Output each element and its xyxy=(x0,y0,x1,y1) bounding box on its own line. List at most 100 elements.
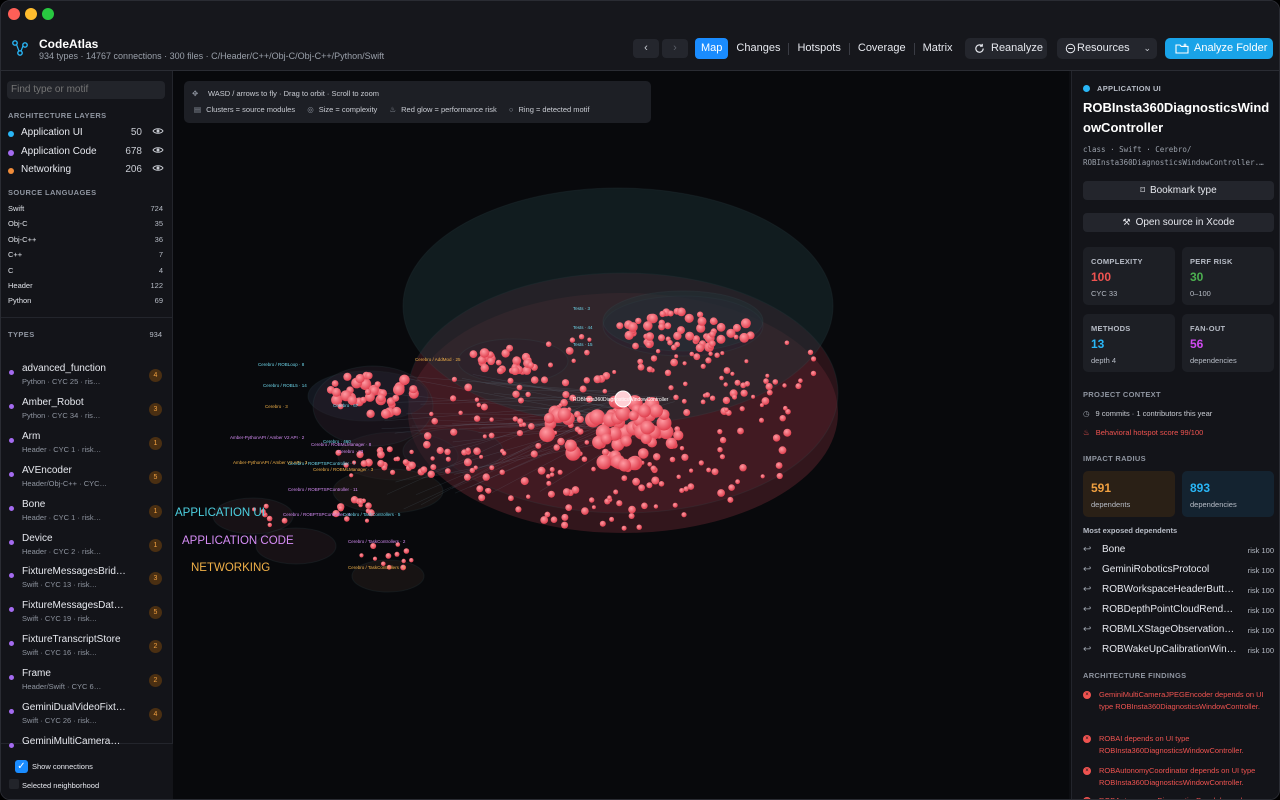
type-list-item[interactable]: AVEncoder Header/Obj-C++ · CYC… 5 xyxy=(9,465,165,497)
type-node[interactable] xyxy=(535,442,542,449)
language-row[interactable]: Swift 724 xyxy=(8,204,163,216)
type-node[interactable] xyxy=(683,381,688,387)
type-node[interactable] xyxy=(612,370,617,374)
type-node[interactable] xyxy=(525,391,531,398)
type-node[interactable] xyxy=(684,313,694,323)
analyze-folder-button[interactable]: Analyze Folder xyxy=(1165,38,1273,59)
type-node[interactable] xyxy=(473,447,481,456)
type-node[interactable] xyxy=(465,447,471,453)
type-node[interactable] xyxy=(681,453,689,461)
type-node[interactable] xyxy=(423,432,432,440)
type-node[interactable] xyxy=(549,472,555,477)
type-node[interactable] xyxy=(543,412,555,424)
type-node[interactable] xyxy=(765,373,770,378)
type-node[interactable] xyxy=(637,358,644,365)
type-node[interactable] xyxy=(550,516,558,523)
reanalyze-button[interactable]: Reanalyze xyxy=(965,38,1047,59)
type-node[interactable] xyxy=(682,361,687,366)
type-node[interactable] xyxy=(716,322,726,332)
type-node[interactable] xyxy=(365,502,372,510)
eye-icon[interactable] xyxy=(152,127,164,138)
bookmark-type-button[interactable]: ⌑ Bookmark type xyxy=(1083,181,1274,200)
type-node[interactable] xyxy=(602,388,608,394)
type-node[interactable] xyxy=(402,459,409,466)
type-node[interactable] xyxy=(549,467,555,472)
type-node[interactable] xyxy=(374,381,381,388)
type-node[interactable] xyxy=(637,363,645,371)
type-node[interactable] xyxy=(653,453,661,461)
type-node[interactable] xyxy=(759,403,764,408)
layer-row-application-ui[interactable]: Application UI 50 xyxy=(8,127,166,141)
type-node[interactable] xyxy=(386,446,393,453)
type-node[interactable] xyxy=(607,495,612,501)
type-node[interactable] xyxy=(739,332,750,343)
type-node[interactable] xyxy=(646,482,653,489)
type-node[interactable] xyxy=(392,394,400,402)
type-node[interactable] xyxy=(450,428,458,436)
type-list-item[interactable]: FixtureMessagesDat… Swift · CYC 19 · risk… xyxy=(9,600,165,632)
type-node[interactable] xyxy=(430,464,437,471)
forward-button[interactable]: › xyxy=(662,39,688,58)
type-node[interactable] xyxy=(717,429,723,435)
type-node[interactable] xyxy=(518,397,524,404)
type-node[interactable] xyxy=(719,436,727,444)
type-node[interactable] xyxy=(360,460,368,467)
type-node[interactable] xyxy=(372,556,378,561)
type-node[interactable] xyxy=(695,343,705,353)
graph-view[interactable]: ROBInsta360DiagnosticsWindowController Ce… xyxy=(173,71,1069,800)
type-node[interactable] xyxy=(409,385,418,394)
type-node[interactable] xyxy=(331,380,339,387)
exposed-dependent-row[interactable]: ↩ ROBDepthPointCloudRend… risk 100 xyxy=(1083,604,1274,620)
type-node[interactable] xyxy=(589,497,595,503)
type-node[interactable] xyxy=(681,398,687,404)
type-node[interactable] xyxy=(765,383,773,391)
type-node[interactable] xyxy=(589,409,606,425)
exposed-dependent-row[interactable]: ↩ GeminiRoboticsProtocol risk 100 xyxy=(1083,564,1274,580)
type-node[interactable] xyxy=(645,332,655,341)
type-node[interactable] xyxy=(487,357,495,366)
type-list-item[interactable]: Device Header · CYC 2 · risk… 1 xyxy=(9,533,165,565)
tab-changes[interactable]: Changes xyxy=(730,38,786,59)
type-node[interactable] xyxy=(403,548,410,554)
type-node[interactable] xyxy=(679,488,685,493)
type-node[interactable] xyxy=(583,377,590,384)
type-node[interactable] xyxy=(565,504,573,511)
tab-map[interactable]: Map xyxy=(695,38,729,59)
tab-matrix[interactable]: Matrix xyxy=(917,38,959,59)
type-node[interactable] xyxy=(683,409,691,416)
type-node[interactable] xyxy=(700,399,706,405)
type-node[interactable] xyxy=(778,446,787,455)
type-node[interactable] xyxy=(734,379,741,386)
exposed-dependent-row[interactable]: ↩ ROBMLXStageObservation… risk 100 xyxy=(1083,624,1274,640)
type-node[interactable] xyxy=(669,456,676,463)
type-node[interactable] xyxy=(331,387,341,397)
type-node[interactable] xyxy=(576,415,584,423)
type-node[interactable] xyxy=(478,494,486,502)
type-list-item[interactable]: Arm Header · CYC 1 · risk… 1 xyxy=(9,431,165,463)
type-node[interactable] xyxy=(740,389,748,397)
type-node[interactable] xyxy=(463,473,471,481)
type-node[interactable] xyxy=(759,417,764,423)
type-node[interactable] xyxy=(564,439,577,452)
type-node[interactable] xyxy=(628,322,638,332)
type-node[interactable] xyxy=(665,437,678,449)
type-node[interactable] xyxy=(562,488,571,496)
type-node[interactable] xyxy=(655,349,661,354)
type-list-item[interactable]: Frame Header/Swift · CYC 6… 2 xyxy=(9,668,165,700)
eye-icon[interactable] xyxy=(152,164,164,175)
type-node[interactable] xyxy=(609,516,615,522)
type-node[interactable] xyxy=(473,415,481,422)
type-node[interactable] xyxy=(496,367,505,375)
type-node[interactable] xyxy=(674,354,679,359)
type-node[interactable] xyxy=(423,440,431,449)
type-node[interactable] xyxy=(445,456,451,462)
type-node[interactable] xyxy=(499,469,505,475)
type-node[interactable] xyxy=(658,323,666,331)
type-node[interactable] xyxy=(512,416,518,422)
search-input[interactable] xyxy=(7,81,165,99)
type-node[interactable] xyxy=(628,513,635,519)
type-node[interactable] xyxy=(719,375,724,381)
type-node[interactable] xyxy=(526,494,531,499)
type-node[interactable] xyxy=(649,403,663,418)
type-node[interactable] xyxy=(444,448,451,455)
